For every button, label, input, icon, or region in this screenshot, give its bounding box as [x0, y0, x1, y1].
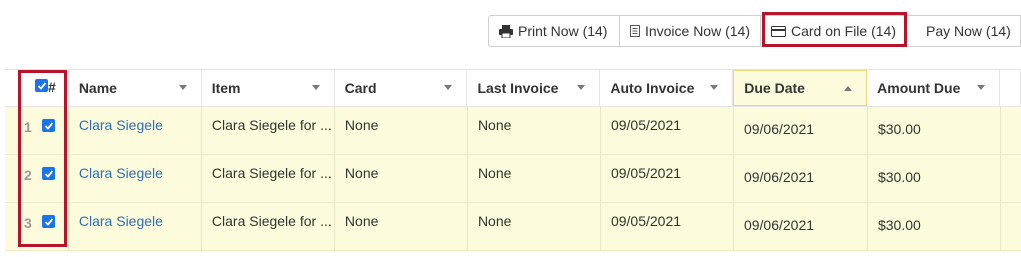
select-all-checkbox[interactable] [35, 79, 48, 92]
table-row: 3 Clara Siegele Clara Siegele for ... No… [5, 203, 1021, 251]
print-now-button[interactable]: Print Now (14) [488, 15, 620, 47]
column-header-card[interactable]: Card [335, 70, 468, 106]
card-cell: None [335, 107, 468, 154]
sort-caret-icon [178, 85, 187, 90]
overflow-cell [1001, 107, 1021, 154]
due-date-cell: 09/06/2021 [734, 203, 868, 250]
checkmark-icon [44, 217, 53, 226]
auto-invoice-cell: 09/05/2021 [601, 155, 734, 202]
row-select-cell: 1 [5, 107, 69, 154]
row-checkbox[interactable] [42, 167, 55, 180]
invoice-icon [630, 25, 640, 37]
column-header-name[interactable]: Name [69, 70, 202, 106]
card-on-file-label: Card on File (14) [790, 23, 896, 39]
due-date-cell: 09/06/2021 [734, 107, 868, 154]
row-select-cell: 3 [5, 203, 69, 250]
customer-name-link[interactable]: Clara Siegele [79, 117, 163, 133]
column-label: Due Date [744, 80, 805, 96]
table-row: 2 Clara Siegele Clara Siegele for ... No… [5, 155, 1021, 203]
pay-now-label: Pay Now (14) [926, 23, 1011, 39]
last-invoice-cell: None [468, 155, 601, 202]
column-header-auto-invoice[interactable]: Auto Invoice [600, 70, 734, 106]
checkmark-icon [44, 121, 53, 130]
row-checkbox[interactable] [42, 215, 55, 228]
column-header-due-date[interactable]: Due Date [733, 70, 868, 106]
item-cell: Clara Siegele for ... [202, 155, 335, 202]
last-invoice-cell: None [468, 203, 601, 250]
invoice-now-label: Invoice Now (14) [644, 23, 750, 39]
auto-invoice-cell: 09/05/2021 [601, 107, 734, 154]
table-row: 1 Clara Siegele Clara Siegele for ... No… [5, 107, 1021, 155]
column-label: Name [78, 80, 117, 96]
row-select-cell: 2 [5, 155, 69, 202]
checkmark-icon [44, 169, 53, 178]
column-header-overflow [1000, 70, 1021, 106]
sort-caret-icon [577, 85, 586, 90]
row-number-header: # [48, 79, 56, 95]
sort-caret-icon [977, 85, 986, 90]
card-cell: None [335, 155, 468, 202]
table-header: # Name Item Card Last Invoice Auto Invoi… [5, 69, 1021, 107]
customer-name-link[interactable]: Clara Siegele [79, 213, 163, 229]
bulk-action-toolbar: Print Now (14) Invoice Now (14) Card on … [488, 15, 1021, 49]
overflow-cell [1001, 203, 1021, 250]
sort-ascending-icon [844, 86, 853, 91]
name-cell: Clara Siegele [69, 107, 202, 154]
card-on-file-button[interactable]: Card on File (14) [761, 15, 907, 47]
column-label: Last Invoice [477, 80, 559, 96]
amount-due-cell: $30.00 [868, 107, 1001, 154]
name-cell: Clara Siegele [69, 155, 202, 202]
item-cell: Clara Siegele for ... [202, 107, 335, 154]
amount-due-cell: $30.00 [868, 155, 1001, 202]
printer-icon [499, 24, 513, 38]
last-invoice-cell: None [468, 107, 601, 154]
row-number: 2 [24, 167, 32, 183]
sort-caret-icon [710, 85, 719, 90]
select-all-header: # [5, 70, 69, 106]
column-label: Item [211, 80, 241, 96]
column-header-amount-due[interactable]: Amount Due [867, 70, 1001, 106]
overflow-cell [1001, 155, 1021, 202]
column-header-item[interactable]: Item [202, 70, 335, 106]
column-label: Card [344, 80, 377, 96]
customer-name-link[interactable]: Clara Siegele [79, 165, 163, 181]
row-number: 1 [24, 119, 32, 135]
invoice-now-button[interactable]: Invoice Now (14) [620, 15, 761, 47]
sort-caret-icon [444, 85, 453, 90]
row-checkbox[interactable] [42, 119, 55, 132]
billing-table: # Name Item Card Last Invoice Auto Invoi… [5, 69, 1021, 251]
checkmark-icon [37, 81, 46, 90]
name-cell: Clara Siegele [69, 203, 202, 250]
sort-caret-icon [311, 85, 320, 90]
row-number: 3 [24, 215, 32, 231]
amount-due-cell: $30.00 [868, 203, 1001, 250]
item-cell: Clara Siegele for ... [202, 203, 335, 250]
column-header-last-invoice[interactable]: Last Invoice [467, 70, 601, 106]
due-date-cell: 09/06/2021 [734, 155, 868, 202]
column-label: Amount Due [877, 80, 961, 96]
credit-card-icon [771, 25, 786, 37]
pay-now-button[interactable]: Pay Now (14) [907, 15, 1021, 47]
column-label: Auto Invoice [610, 80, 695, 96]
auto-invoice-cell: 09/05/2021 [601, 203, 734, 250]
print-now-label: Print Now (14) [518, 23, 608, 39]
card-cell: None [335, 203, 468, 250]
